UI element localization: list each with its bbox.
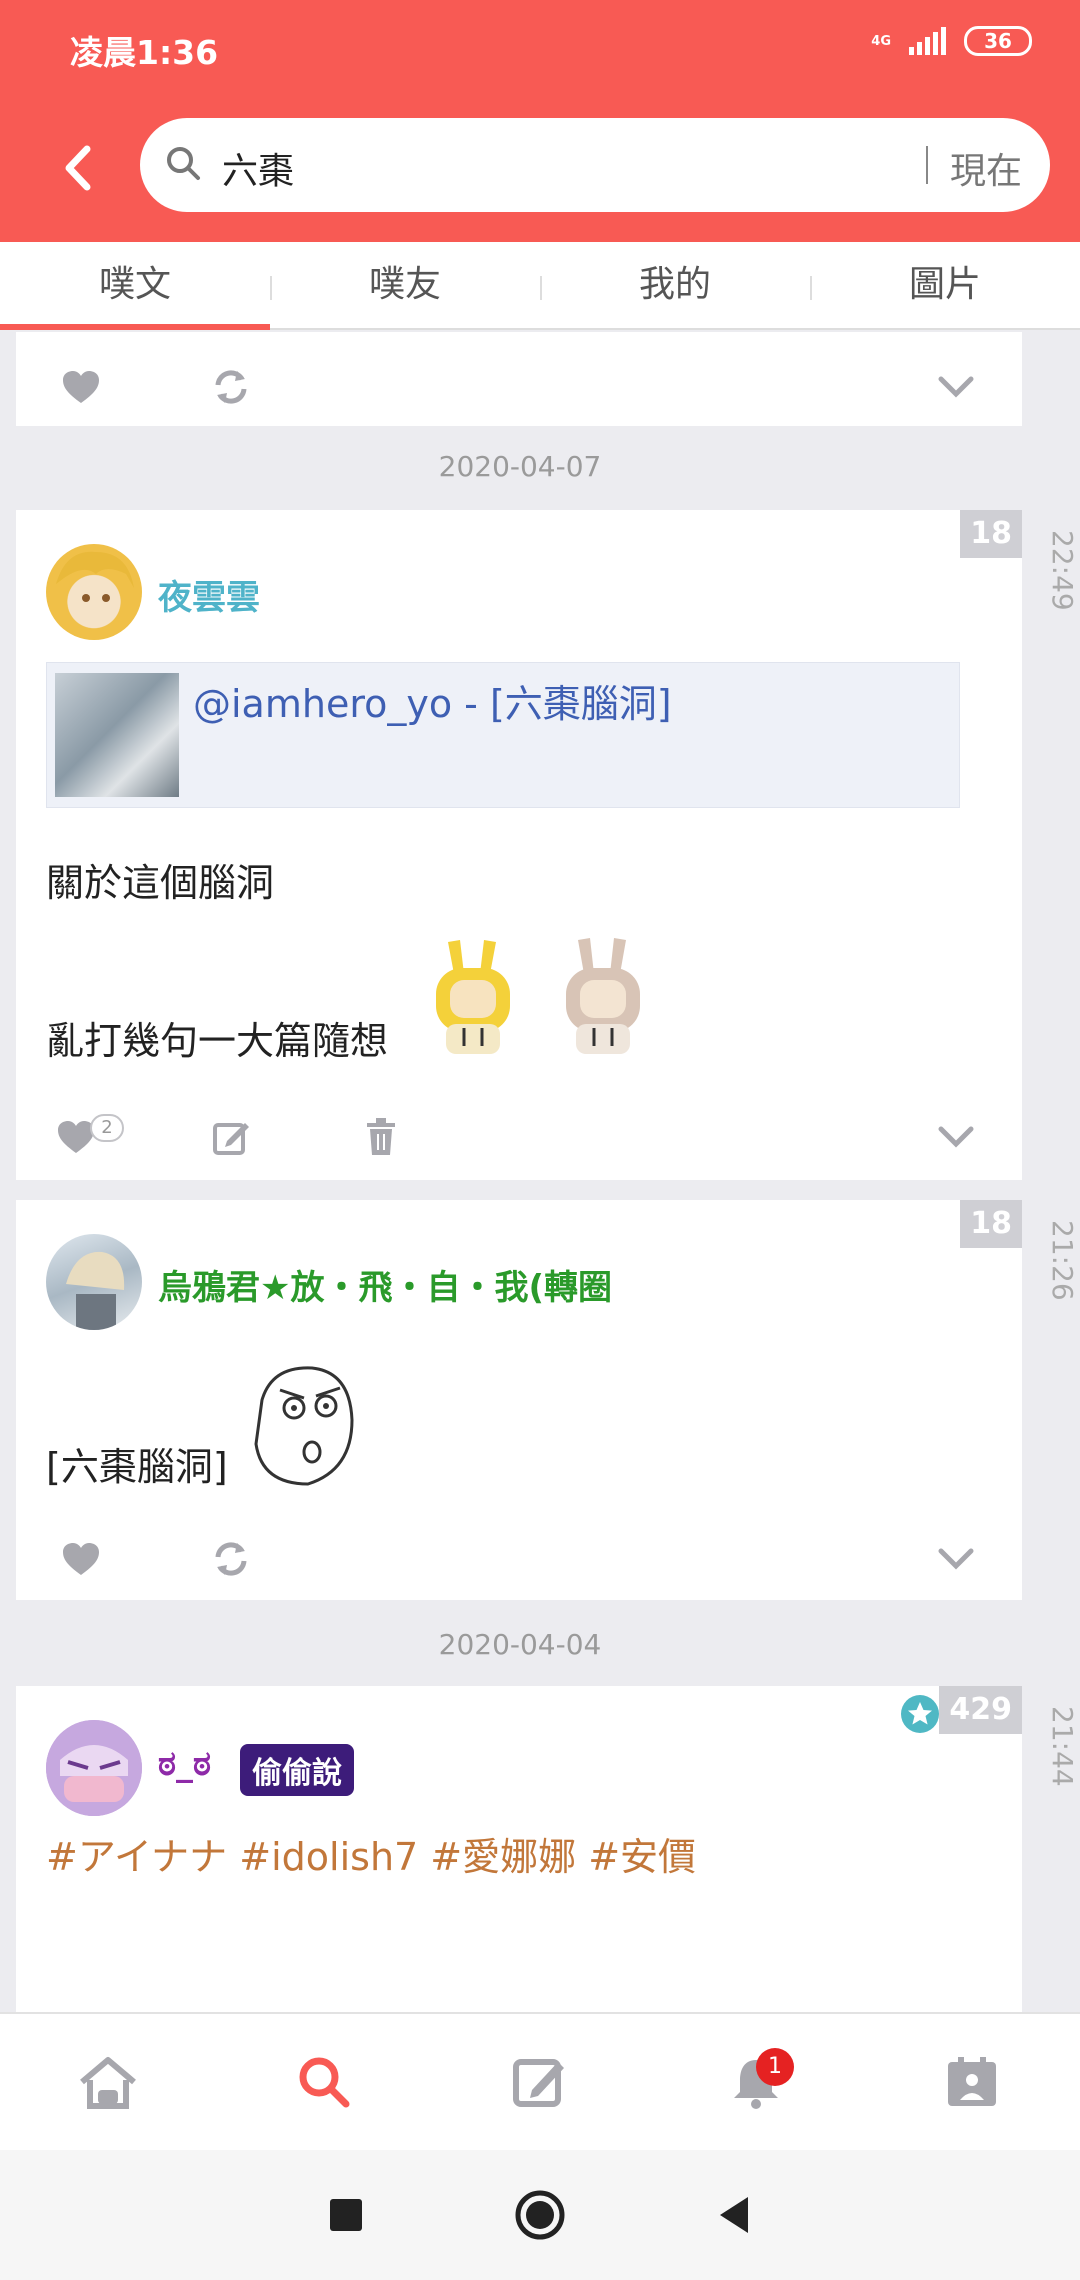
compose-icon bbox=[513, 2059, 564, 2107]
bunny-emoticons bbox=[436, 938, 640, 1054]
status-icons: 4G 36 bbox=[871, 26, 1032, 56]
tab-mine[interactable]: 我的 bbox=[540, 242, 810, 328]
edit-icon bbox=[213, 1123, 249, 1155]
profile-card-icon bbox=[948, 2057, 996, 2106]
avatar-image bbox=[66, 1251, 125, 1330]
search-query: 六棗 bbox=[222, 151, 295, 192]
nav-home[interactable] bbox=[0, 2014, 216, 2150]
tab-friends[interactable]: 噗友 bbox=[270, 242, 540, 328]
search-icon bbox=[167, 147, 200, 180]
response-count-badge: 18 bbox=[960, 1200, 1022, 1248]
search-icon bbox=[299, 2057, 350, 2108]
replurk-button[interactable] bbox=[206, 1534, 256, 1584]
post-actions: 2 bbox=[16, 1112, 1022, 1172]
response-count-badge: 429 bbox=[939, 1686, 1022, 1734]
back-button[interactable] bbox=[58, 138, 98, 198]
like-count: 2 bbox=[90, 1114, 124, 1142]
replurk-icon bbox=[215, 370, 247, 404]
author-name[interactable]: 夜雲雲 bbox=[158, 570, 260, 619]
author-name[interactable]: ಠ_ಠ bbox=[158, 1744, 211, 1784]
signal-icon bbox=[909, 27, 946, 55]
post-card[interactable]: 18 夜雲雲 @iamhero_yo - [六棗腦洞] 關於這個腦洞 亂打幾句一… bbox=[16, 510, 1022, 1180]
system-nav-bar bbox=[0, 2150, 1080, 2280]
back-triangle-icon[interactable] bbox=[716, 2195, 752, 2235]
chevron-down-icon bbox=[938, 1126, 974, 1148]
app-header: 凌晨1:36 4G 36 六棗 現在 bbox=[0, 0, 1080, 242]
chevron-down-icon bbox=[938, 376, 974, 398]
tab-images[interactable]: 圖片 bbox=[810, 242, 1080, 328]
post-card-partial bbox=[16, 332, 1022, 426]
home-icon bbox=[80, 2057, 136, 2109]
like-button[interactable] bbox=[56, 362, 106, 412]
post-card[interactable]: 18 烏鴉君★放・飛・自・我(轉圈 [六棗腦洞] bbox=[16, 1200, 1022, 1600]
avatar-image bbox=[46, 1720, 142, 1816]
time-filter[interactable]: 現在 bbox=[950, 142, 1022, 194]
star-badge-icon bbox=[901, 1695, 939, 1733]
post-card[interactable]: 429 ಠ_ಠ 偷偷說 #アイナナ #idolish7 #愛娜娜 #安價 bbox=[16, 1686, 1022, 2012]
network-type: 4G bbox=[871, 33, 891, 49]
delete-button[interactable] bbox=[356, 1112, 406, 1162]
nav-compose[interactable] bbox=[432, 2014, 648, 2150]
search-input[interactable]: 六棗 現在 bbox=[140, 118, 1050, 212]
quote-link[interactable]: @iamhero_yo - [六棗腦洞] bbox=[193, 673, 672, 728]
post-time: 21:26 bbox=[1046, 1220, 1079, 1301]
heart-icon bbox=[63, 371, 99, 403]
trash-icon bbox=[367, 1118, 395, 1155]
tab-bar: 噗文 噗友 我的 圖片 bbox=[0, 242, 1080, 330]
like-button[interactable]: 2 bbox=[56, 1112, 146, 1162]
post-actions bbox=[16, 362, 1022, 422]
response-count-badge: 18 bbox=[960, 510, 1022, 558]
post-text-line: 亂打幾句一大篇隨想 bbox=[46, 1019, 389, 1063]
recent-apps-icon[interactable] bbox=[328, 2197, 364, 2233]
avatar[interactable] bbox=[46, 544, 142, 640]
like-button[interactable] bbox=[56, 1534, 106, 1584]
expand-button[interactable] bbox=[931, 1112, 981, 1162]
post-time: 21:44 bbox=[1046, 1706, 1079, 1787]
date-separator: 2020-04-07 bbox=[438, 450, 602, 483]
post-text-line: 關於這個腦洞 bbox=[46, 861, 275, 905]
chevron-down-icon bbox=[938, 1548, 974, 1570]
post-actions bbox=[16, 1534, 1022, 1594]
hashtags[interactable]: #アイナナ #idolish7 #愛娜娜 #安價 bbox=[46, 1826, 696, 1881]
edit-button[interactable] bbox=[206, 1112, 256, 1162]
quoted-plurk[interactable]: @iamhero_yo - [六棗腦洞] bbox=[46, 662, 960, 808]
quote-thumbnail bbox=[55, 673, 179, 797]
nav-profile[interactable] bbox=[864, 2014, 1080, 2150]
avatar[interactable] bbox=[46, 1234, 142, 1330]
bottom-nav: 1 bbox=[0, 2012, 1080, 2150]
expand-button[interactable] bbox=[931, 362, 981, 412]
battery-icon: 36 bbox=[964, 26, 1032, 56]
avatar-image bbox=[56, 551, 134, 602]
home-circle-icon[interactable] bbox=[514, 2189, 566, 2241]
avatar[interactable] bbox=[46, 1720, 142, 1816]
search-divider bbox=[926, 146, 928, 184]
replurk-icon bbox=[215, 1542, 247, 1576]
chevron-left-icon bbox=[65, 145, 91, 191]
heart-icon bbox=[63, 1543, 99, 1575]
anonymous-badge: 偷偷說 bbox=[240, 1744, 354, 1796]
rage-face-emoticon bbox=[254, 1366, 354, 1486]
post-time: 22:49 bbox=[1046, 530, 1079, 611]
author-name[interactable]: 烏鴉君★放・飛・自・我(轉圈 bbox=[158, 1260, 612, 1309]
expand-button[interactable] bbox=[931, 1534, 981, 1584]
notification-badge: 1 bbox=[756, 2048, 794, 2086]
nav-search[interactable] bbox=[216, 2014, 432, 2150]
tab-plurks[interactable]: 噗文 bbox=[0, 242, 270, 330]
replurk-button[interactable] bbox=[206, 362, 256, 412]
post-text-line: [六棗腦洞] bbox=[46, 1445, 228, 1489]
nav-notifications[interactable]: 1 bbox=[648, 2014, 864, 2150]
status-time: 凌晨1:36 bbox=[70, 33, 219, 72]
date-separator: 2020-04-04 bbox=[438, 1628, 602, 1661]
